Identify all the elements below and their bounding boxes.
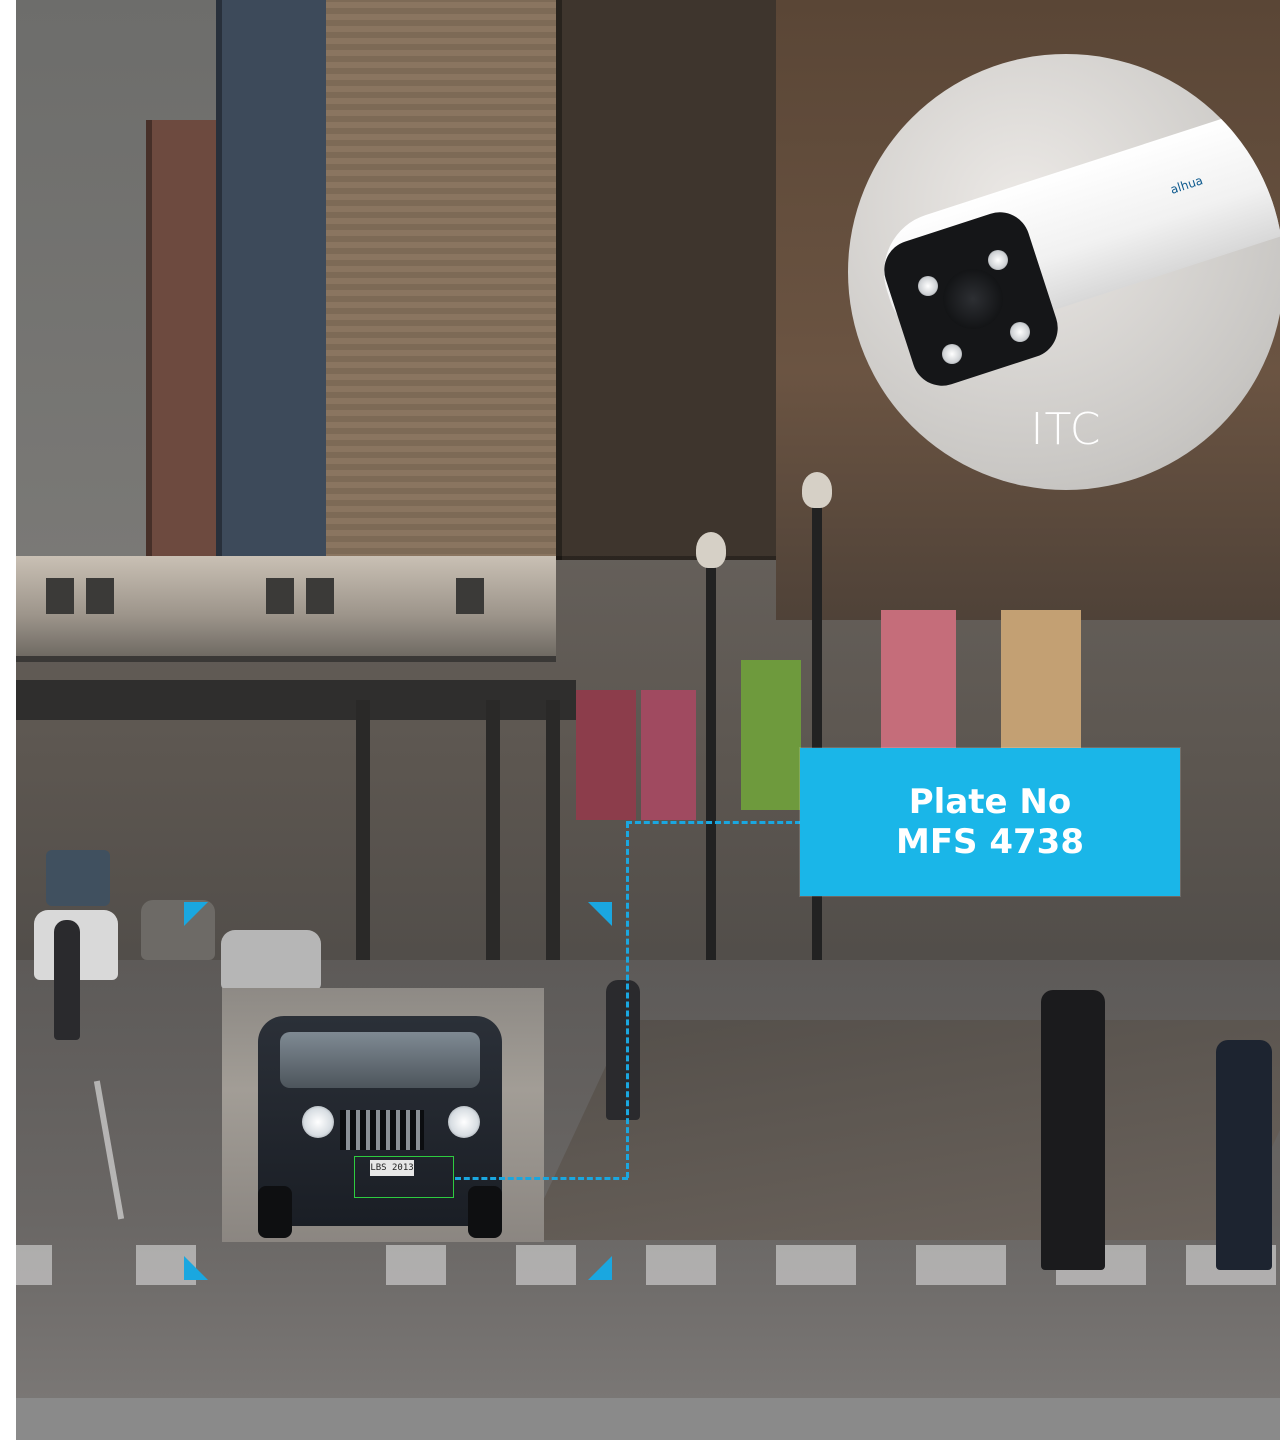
pedestrian (54, 920, 80, 1040)
connector-line-vertical (626, 822, 629, 1178)
street-banner (1001, 610, 1081, 750)
crosswalk-stripe (16, 1245, 52, 1285)
camera-lens (943, 269, 1003, 329)
frame-corner-bottom-right (588, 1256, 612, 1280)
train-window (456, 578, 484, 614)
frame-corner-bottom-left (184, 1256, 208, 1280)
vehicle-headlight (448, 1106, 480, 1138)
camera-ir-led (942, 344, 962, 364)
train-window (46, 578, 74, 614)
street-banner (576, 690, 636, 820)
connector-line-top (626, 821, 801, 824)
frame-corner-top-right (588, 902, 612, 926)
building-brick (326, 0, 566, 560)
plate-card-number: MFS 4738 (895, 822, 1084, 862)
vehicle-snapshot: LBS 2013 (222, 988, 544, 1242)
elevated-train (16, 556, 556, 662)
street-banner (741, 660, 801, 810)
plate-number-card: Plate No MFS 4738 (800, 748, 1180, 896)
bottom-bar (16, 1398, 1280, 1440)
frame-corner-top-left (184, 902, 208, 926)
background-bus (46, 850, 110, 906)
camera-ir-led (988, 250, 1008, 270)
plate-card-title: Plate No (908, 782, 1072, 822)
pedestrian (1041, 990, 1105, 1270)
vehicle-wheel (468, 1186, 502, 1238)
street-banner (641, 690, 696, 820)
building-glass (216, 0, 336, 560)
connector-line-bottom (455, 1177, 628, 1180)
camera-ir-led (1010, 322, 1030, 342)
street-banner (881, 610, 956, 750)
camera-ir-led (918, 276, 938, 296)
pedestrian (1216, 1040, 1272, 1270)
vehicle-headlight (302, 1106, 334, 1138)
train-window (306, 578, 334, 614)
camera-label: ITC (1030, 404, 1102, 455)
camera-product-circle: alhua ITC (848, 54, 1280, 490)
train-window (86, 578, 114, 614)
crosswalk-stripe (916, 1245, 1006, 1285)
vehicle-grill (340, 1110, 424, 1150)
vehicle-windshield (280, 1032, 480, 1088)
train-window (266, 578, 294, 614)
vehicle-wheel (258, 1186, 292, 1238)
crosswalk-stripe (776, 1245, 856, 1285)
plate-detection-box (354, 1156, 454, 1198)
crosswalk-stripe (646, 1245, 716, 1285)
